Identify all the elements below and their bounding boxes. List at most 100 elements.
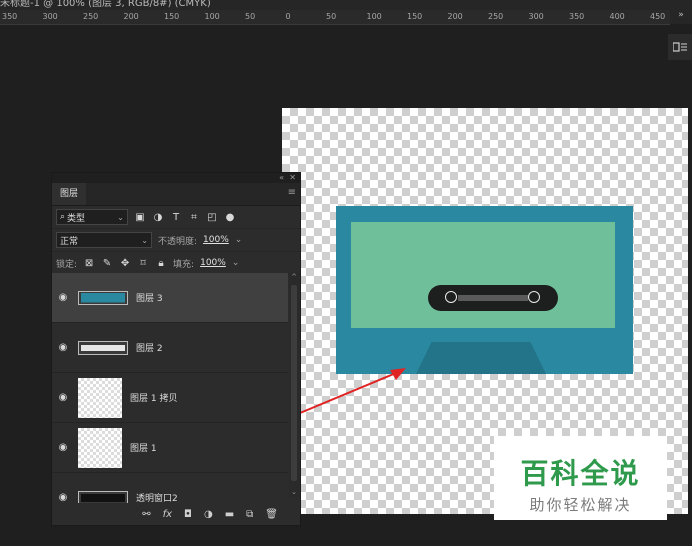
document-tab-bar: 未标题-1 @ 100% (图层 3, RGB/8#) (CMYK) 350 30… [0,0,692,25]
layers-bottom-toolbar: ⚯ fx ◘ ◑ ▬ ⧉ 🗑︎ [52,503,300,525]
ruler-tick-label: 350 [569,12,585,21]
image-filter-icon[interactable]: ▣ [134,212,146,223]
cassette-bottom-trapezoid [416,342,546,374]
lock-artboard-icon[interactable]: ⌑ [137,258,149,269]
ruler-tick-label: 300 [528,12,544,21]
watermark: 百科全说 助你轻松解决 [494,436,667,520]
layer-name: 图层 1 [130,444,157,454]
layer-thumbnail [78,377,122,418]
chevron-down-icon: ⌄ [141,235,148,245]
panel-toggle-icon [673,42,687,52]
cassette-body [336,206,633,374]
panel-header-strip: « ✕ [52,173,300,183]
fill-field[interactable]: 100% [200,258,226,268]
layer-row-3[interactable]: ◉ 图层 3 [52,273,288,323]
ruler-tick-label: 0 [285,12,291,21]
filter-row: ⌕ 类型 ⌄ ▣ ◑ T ⌗ ◰ ● [52,206,300,229]
layer-row-1[interactable]: ◉ 图层 1 [52,423,288,473]
ruler-tick-label: 250 [83,12,99,21]
blend-row: 正常 ⌄ 不透明度: 100% ⌄ [52,229,300,252]
eye-icon[interactable]: ◉ [52,292,74,303]
lock-position-icon[interactable]: ✥ [119,258,131,269]
properties-panel-icon[interactable] [668,34,692,60]
ruler-tick-label: 200 [447,12,463,21]
ruler-tick-label: 450 [650,12,666,21]
scroll-thumb[interactable] [291,285,297,481]
ruler-tick-label: 100 [366,12,382,21]
collapse-panels-icon[interactable]: » [670,10,692,24]
search-icon: ⌕ [60,212,66,222]
lock-brush-icon[interactable]: ✎ [101,258,113,269]
panel-tab-row: 图层 ≡ [52,183,300,206]
layer-filter-select[interactable]: ⌕ 类型 ⌄ [56,209,128,225]
fill-label: 填充: [173,259,195,270]
horizontal-ruler: 350 300 250 200 150 100 50 0 50 100 150 200 250 300 35… [0,10,670,25]
eye-icon[interactable]: ◉ [52,442,74,453]
tape-strip [458,295,528,301]
add-mask-icon[interactable]: ◘ [184,509,192,520]
adjustment-filter-icon[interactable]: ◑ [152,212,164,223]
opacity-field[interactable]: 100% [203,235,229,245]
collapse-icon[interactable]: « [279,173,284,182]
shape-filter-icon[interactable]: ⌗ [188,212,200,223]
new-layer-icon[interactable]: ⧉ [246,509,253,520]
toggle-dot-icon[interactable]: ● [224,212,236,223]
layer-name: 透明窗口2 [136,494,178,503]
text-filter-icon[interactable]: T [170,212,182,223]
watermark-subtitle: 助你轻松解决 [529,496,632,514]
chevron-down-icon[interactable]: ⌄ [235,235,243,245]
chevron-down-icon: ⌄ [117,212,124,222]
ruler-ticks: 350 300 250 200 150 100 50 0 50 100 150 200 250 300 35… [0,10,670,24]
layer-filter-label: 类型 [67,213,86,224]
lock-transparency-icon[interactable]: ⊠ [83,258,95,269]
lock-row: 锁定: ⊠ ✎ ✥ ⌑ 🔒︎ 填充: 100% ⌄ [52,252,300,275]
layer-name: 图层 3 [136,294,163,304]
layer-row-2[interactable]: ◉ 图层 2 [52,323,288,373]
layer-thumbnail [78,427,122,468]
lock-label: 锁定: [56,259,78,270]
layer-name: 图层 1 拷贝 [130,394,178,404]
ruler-tick-label: 200 [123,12,139,21]
layer-name: 图层 2 [136,344,163,354]
trash-icon[interactable]: 🗑︎ [265,509,278,520]
opacity-label: 不透明度: [158,236,198,247]
layer-thumbnail [78,490,128,503]
adjustment-layer-icon[interactable]: ◑ [204,509,213,520]
new-group-icon[interactable]: ▬ [225,509,234,520]
eye-icon[interactable]: ◉ [52,342,74,353]
layer-row-window-2[interactable]: ◉ 透明窗口2 [52,473,288,503]
link-layers-icon[interactable]: ⚯ [142,509,150,520]
layers-panel: « ✕ 图层 ≡ ⌕ 类型 ⌄ ▣ ◑ T ⌗ ◰ ● 正常 ⌄ 不透明度: 1… [51,172,301,526]
chevron-down-icon[interactable]: ⌄ [232,258,240,268]
blend-mode-select[interactable]: 正常 ⌄ [56,232,152,248]
right-reel [528,291,540,303]
layer-list-scrollbar[interactable]: ^ ⌄ [289,273,299,498]
layer-row-1-copy[interactable]: ◉ 图层 1 拷贝 [52,373,288,423]
cassette-label [351,222,615,328]
scroll-down-icon[interactable]: ⌄ [289,488,299,498]
watermark-title: 百科全说 [520,457,641,490]
ruler-tick-label: 100 [204,12,220,21]
eye-icon[interactable]: ◉ [52,492,74,503]
layer-thumbnail [78,340,128,355]
eye-icon[interactable]: ◉ [52,392,74,403]
panel-menu-icon[interactable]: ≡ [288,187,296,198]
layer-thumbnail [78,290,128,305]
ruler-tick-label: 50 [245,12,256,21]
ruler-tick-label: 150 [164,12,180,21]
blend-mode-value: 正常 [60,236,79,247]
document-title[interactable]: 未标题-1 @ 100% (图层 3, RGB/8#) (CMYK) [0,0,211,9]
fx-icon[interactable]: fx [163,509,172,520]
smart-object-filter-icon[interactable]: ◰ [206,212,218,223]
ruler-tick-label: 250 [488,12,504,21]
ruler-tick-label: 350 [2,12,18,21]
ruler-tick-label: 400 [609,12,625,21]
scroll-up-icon[interactable]: ^ [289,273,299,283]
left-reel [445,291,457,303]
cassette-window [428,285,558,311]
ruler-tick-label: 150 [407,12,423,21]
close-icon[interactable]: ✕ [289,173,296,182]
lock-all-icon[interactable]: 🔒︎ [155,258,167,269]
layer-list: ◉ 图层 3 ◉ 图层 2 ◉ 图层 1 拷贝 ◉ 图层 1 ◉ 透明窗口2 [52,273,288,503]
tab-layers[interactable]: 图层 [52,183,87,205]
